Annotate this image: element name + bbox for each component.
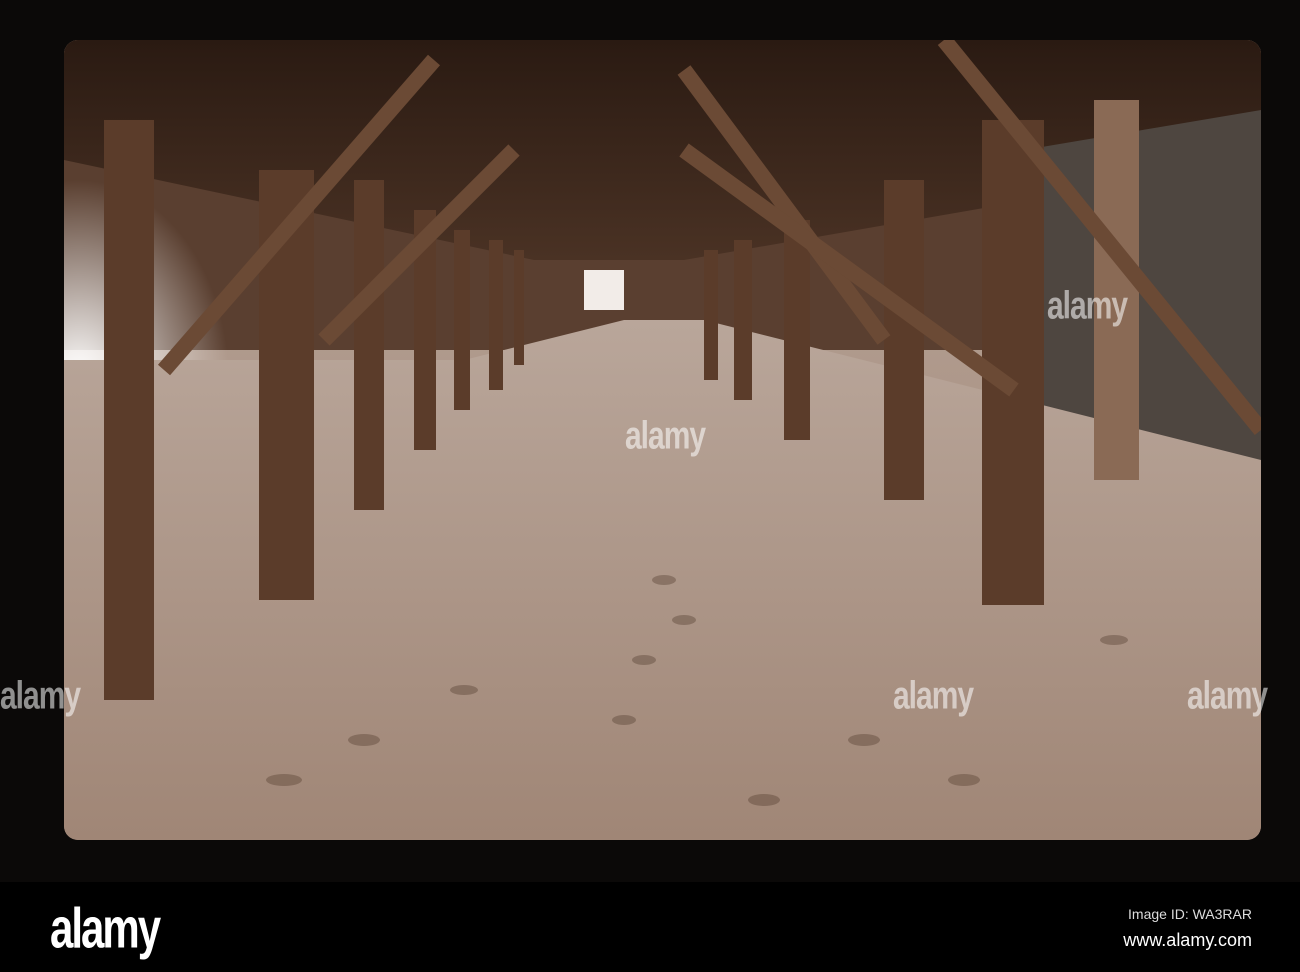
alamy-logo: alamy: [50, 896, 161, 960]
watermark: alamy: [893, 674, 974, 718]
slide-frame: alamy alamy alamy alamy alamy: [0, 0, 1300, 882]
website-link[interactable]: www.alamy.com: [1123, 930, 1252, 951]
watermark: alamy: [625, 414, 706, 458]
watermark: alamy: [1187, 674, 1268, 718]
image-id: Image ID: WA3RAR: [1128, 906, 1252, 922]
footer-bar: alamy Image ID: WA3RAR www.alamy.com: [0, 882, 1300, 972]
watermark: alamy: [1047, 284, 1128, 328]
watermark: alamy: [0, 674, 81, 718]
